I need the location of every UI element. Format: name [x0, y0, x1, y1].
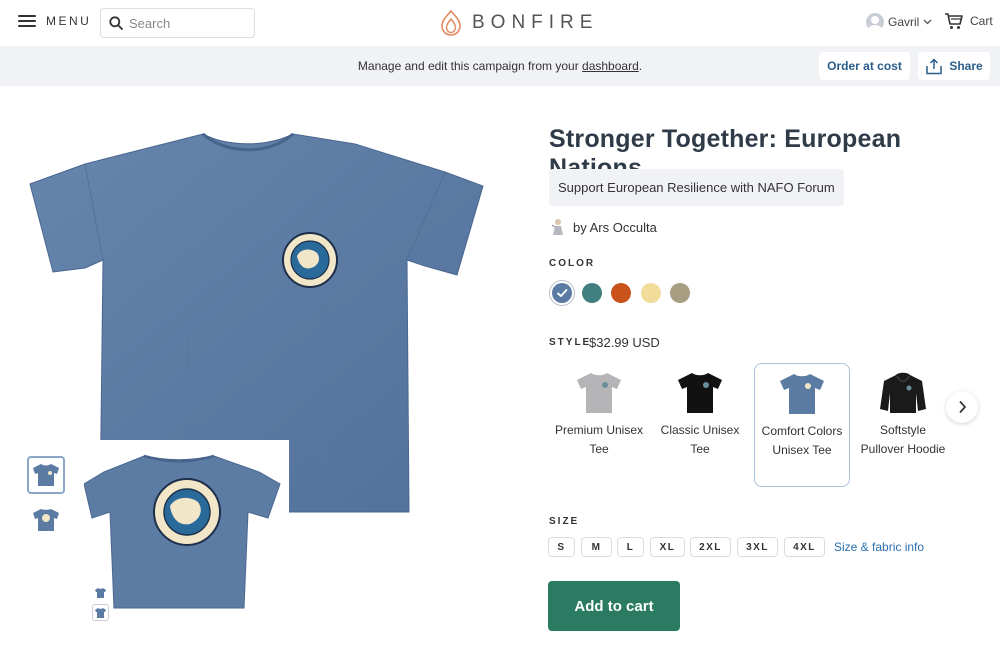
cart-label: Cart — [970, 14, 993, 28]
tee-front-thumb-icon — [33, 464, 59, 486]
share-label: Share — [949, 59, 983, 73]
back-view-panel — [83, 440, 289, 630]
size-l[interactable]: L — [617, 537, 644, 557]
cart-icon — [945, 13, 963, 29]
color-swatch-butter[interactable] — [641, 283, 661, 303]
check-icon — [557, 289, 568, 297]
size-fabric-info-link[interactable]: Size & fabric info — [834, 540, 924, 554]
author-line[interactable]: by Ars Occulta — [551, 218, 657, 236]
color-swatch-slate-blue[interactable] — [552, 283, 572, 303]
tee-mini-icon — [95, 588, 106, 598]
menu-label: MENU — [46, 14, 92, 28]
author-avatar-icon — [551, 219, 563, 235]
style-name: Classic Unisex Tee — [660, 423, 740, 456]
mini-thumb-back[interactable] — [92, 604, 109, 621]
size-2xl[interactable]: 2XL — [690, 537, 731, 557]
campaign-message-text: Manage and edit this campaign from your — [357, 59, 583, 73]
order-at-cost-button[interactable]: Order at cost — [819, 52, 910, 80]
styles-next-button[interactable] — [946, 391, 978, 423]
chevron-right-icon — [958, 400, 966, 414]
user-name: Gavril — [888, 15, 920, 29]
chevron-down-icon — [923, 19, 932, 25]
size-4xl[interactable]: 4XL — [784, 537, 825, 557]
style-card-premium-unisex-tee[interactable]: Premium Unisex Tee — [551, 363, 647, 487]
tee-icon — [577, 373, 621, 413]
logo-text: BONFIRE — [472, 12, 599, 33]
search-box[interactable] — [100, 8, 255, 38]
campaign-message-period: . — [638, 59, 643, 73]
back-print-icon — [153, 478, 221, 546]
price: $32.99 USD — [589, 335, 660, 350]
size-3xl[interactable]: 3XL — [737, 537, 778, 557]
product-back-image[interactable] — [83, 440, 289, 630]
style-card-softstyle-pullover-hoodie[interactable]: Softstyle Pullover Hoodie — [855, 363, 951, 487]
user-menu[interactable]: Gavril — [866, 13, 932, 31]
flame-logo-icon — [441, 10, 461, 36]
thumbnail-back[interactable] — [27, 501, 65, 539]
chest-badge-icon — [282, 232, 338, 288]
color-swatch-burnt-orange[interactable] — [611, 283, 631, 303]
size-label: SIZE — [549, 516, 580, 527]
bonfire-logo[interactable]: BONFIRE — [440, 10, 598, 36]
cart-button[interactable]: Cart — [944, 12, 993, 30]
dashboard-link[interactable]: dashboard — [582, 59, 639, 73]
tee-icon — [678, 373, 722, 413]
share-button[interactable]: Share — [918, 52, 990, 80]
product-subtitle: Support European Resilience with NAFO Fo… — [549, 169, 844, 206]
tee-icon — [780, 374, 824, 414]
author-name: by Ars Occulta — [573, 219, 657, 235]
hoodie-icon — [880, 372, 926, 413]
avatar — [866, 13, 884, 31]
menu-button[interactable]: MENU — [18, 14, 91, 28]
size-xl[interactable]: XL — [650, 537, 685, 557]
style-card-comfort-colors-unisex-tee[interactable]: Comfort Colors Unisex Tee — [754, 363, 850, 487]
color-swatch-teal[interactable] — [582, 283, 602, 303]
share-icon — [926, 57, 943, 74]
tee-mini-icon — [95, 607, 106, 618]
style-card-classic-unisex-tee[interactable]: Classic Unisex Tee — [652, 363, 748, 487]
size-s[interactable]: S — [548, 537, 575, 557]
search-input[interactable] — [129, 15, 239, 31]
size-m[interactable]: M — [581, 537, 612, 557]
mini-thumb-front[interactable] — [94, 586, 107, 604]
tee-back-thumb-icon — [33, 509, 59, 531]
color-swatch-khaki[interactable] — [670, 283, 690, 303]
hamburger-icon — [18, 14, 36, 28]
site-header: MENU BONFIRE Gavril Cart — [0, 0, 1000, 46]
thumbnail-front[interactable] — [27, 456, 65, 494]
add-to-cart-button[interactable]: Add to cart — [548, 581, 680, 631]
color-label: COLOR — [549, 258, 596, 269]
style-name: Comfort Colors Unisex Tee — [761, 424, 843, 457]
search-icon — [109, 16, 123, 30]
style-label: STYLE — [549, 337, 592, 348]
style-name: Softstyle Pullover Hoodie — [860, 423, 946, 456]
style-name: Premium Unisex Tee — [554, 423, 644, 456]
